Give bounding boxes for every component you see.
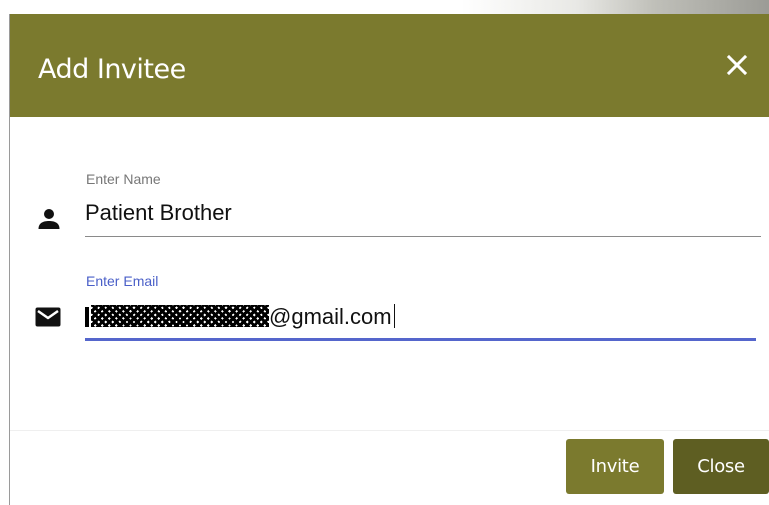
footer-divider — [10, 430, 769, 431]
left-edge — [0, 14, 10, 505]
close-icon[interactable] — [722, 50, 752, 82]
text-caret — [393, 304, 395, 328]
dialog-title: Add Invitee — [38, 54, 186, 85]
email-at-sign: @ — [269, 304, 292, 329]
redaction-mark — [85, 307, 89, 327]
close-button[interactable]: Close — [673, 439, 769, 494]
add-invitee-dialog: Add Invitee Enter Name Patient Brother E… — [10, 14, 769, 505]
email-field-label: Enter Email — [86, 273, 159, 289]
name-field-label: Enter Name — [86, 171, 161, 187]
background-shade — [0, 0, 769, 14]
dialog-header: Add Invitee — [10, 14, 769, 117]
invite-button[interactable]: Invite — [566, 439, 664, 494]
name-input[interactable]: Patient Brother — [85, 200, 232, 226]
redaction-block — [91, 305, 269, 327]
name-input-underline — [85, 236, 761, 237]
email-input-underline — [85, 338, 756, 341]
person-icon — [37, 207, 61, 236]
email-domain-text: gmail.com — [291, 304, 392, 329]
close-icon-svg — [726, 54, 748, 76]
background-strip — [0, 0, 769, 14]
email-input[interactable]: @gmail.com — [85, 304, 395, 330]
mail-icon — [35, 307, 61, 332]
